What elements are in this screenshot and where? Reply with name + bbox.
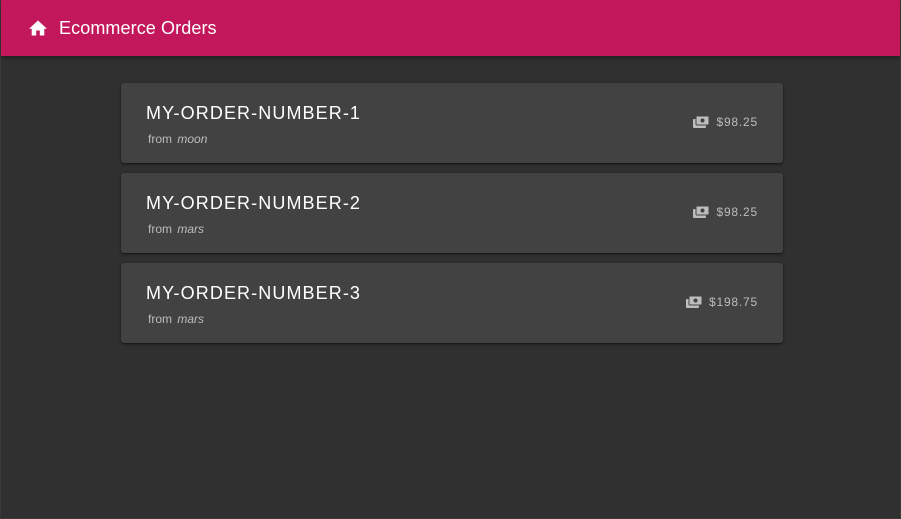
order-price: $98.25 [716, 205, 758, 219]
order-origin-line: from mars [148, 312, 204, 326]
order-price: $98.25 [716, 115, 758, 129]
order-number: MY-ORDER-NUMBER-1 [146, 103, 362, 123]
order-price-group: $98.25 [693, 115, 758, 129]
from-label: from [148, 312, 172, 326]
from-label: from [148, 222, 172, 236]
order-origin-line: from moon [148, 132, 207, 146]
order-price-group: $198.75 [686, 295, 758, 309]
order-number: MY-ORDER-NUMBER-3 [146, 283, 362, 303]
order-price-group: $98.25 [693, 205, 758, 219]
order-origin-line: from mars [148, 222, 204, 236]
money-icon [693, 206, 710, 218]
home-icon[interactable] [27, 17, 49, 39]
order-origin: moon [177, 132, 208, 146]
order-number: MY-ORDER-NUMBER-2 [146, 193, 362, 213]
top-toolbar: Ecommerce Orders [1, 0, 900, 56]
app-window: Ecommerce Orders MY-ORDER-NUMBER-1 from … [0, 0, 901, 519]
order-list: MY-ORDER-NUMBER-1 from moon $98.25 MY-OR… [121, 83, 783, 353]
order-card[interactable]: MY-ORDER-NUMBER-1 from moon $98.25 [121, 83, 783, 163]
money-icon [693, 116, 710, 128]
order-card[interactable]: MY-ORDER-NUMBER-2 from mars $98.25 [121, 173, 783, 253]
order-card[interactable]: MY-ORDER-NUMBER-3 from mars $198.75 [121, 263, 783, 343]
order-price: $198.75 [709, 295, 758, 309]
order-origin: mars [177, 222, 205, 236]
from-label: from [148, 132, 172, 146]
page-title: Ecommerce Orders [59, 17, 217, 38]
order-origin: mars [177, 312, 205, 326]
money-icon [686, 296, 703, 308]
